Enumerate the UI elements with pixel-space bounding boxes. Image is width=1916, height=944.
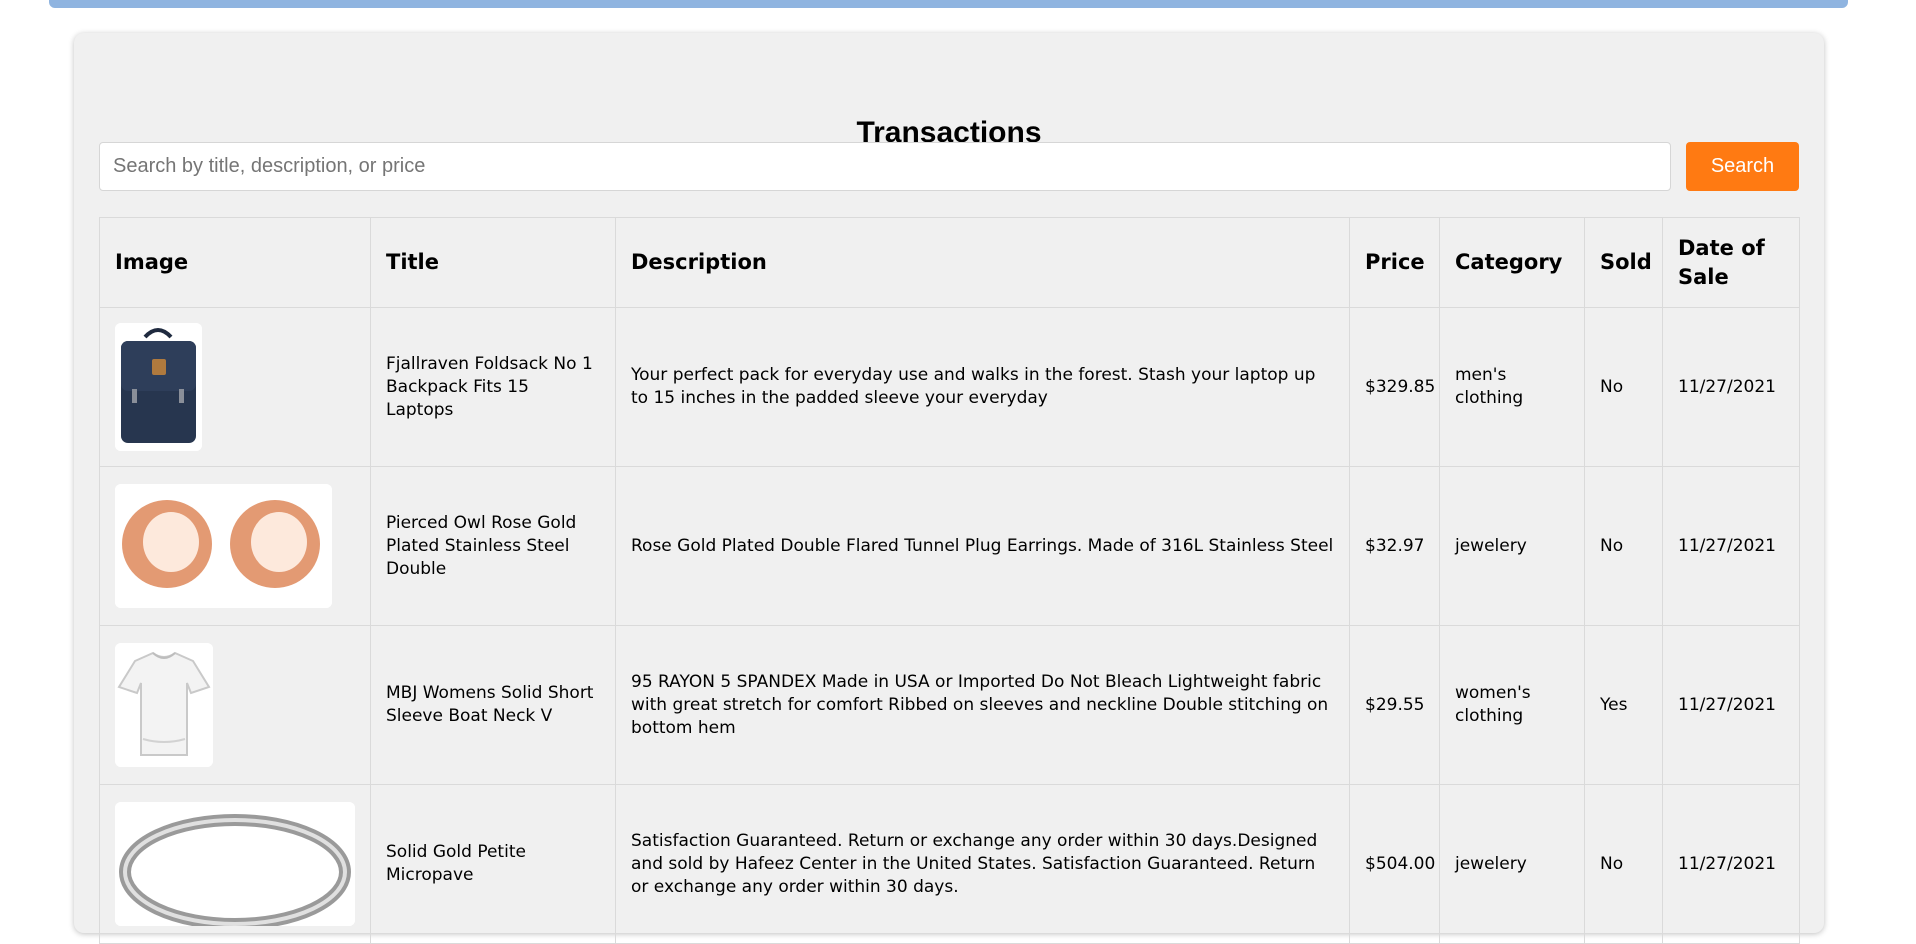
price-cell: $329.85	[1349, 307, 1440, 467]
image-cell	[99, 784, 371, 944]
title-cell: Pierced Owl Rose Gold Plated Stainless S…	[370, 466, 616, 626]
sold-cell: Yes	[1584, 625, 1663, 785]
table-row: Fjallraven Foldsack No 1 Backpack Fits 1…	[99, 307, 1800, 467]
category-cell: jewelery	[1439, 466, 1585, 626]
sold-cell: No	[1584, 784, 1663, 944]
table-row: Solid Gold Petite Micropave Satisfaction…	[99, 784, 1800, 944]
image-cell	[99, 625, 371, 785]
sold-cell: No	[1584, 466, 1663, 626]
column-header-sold: Sold	[1584, 217, 1663, 308]
transactions-table: Image Title Description Price Category S…	[99, 217, 1800, 944]
sold-cell: No	[1584, 307, 1663, 467]
column-header-price: Price	[1349, 217, 1440, 308]
date-cell: 11/27/2021	[1662, 784, 1800, 944]
column-header-title: Title	[370, 217, 616, 308]
transactions-panel: Transactions Search Image Title Descript…	[74, 33, 1824, 944]
category-cell: jewelery	[1439, 784, 1585, 944]
title-cell: Solid Gold Petite Micropave	[370, 784, 616, 944]
top-header-bar	[49, 0, 1848, 8]
backpack-image	[115, 323, 202, 451]
column-header-description: Description	[615, 217, 1350, 308]
price-cell: $32.97	[1349, 466, 1440, 626]
title-cell: MBJ Womens Solid Short Sleeve Boat Neck …	[370, 625, 616, 785]
search-input[interactable]	[99, 142, 1671, 191]
price-cell: $29.55	[1349, 625, 1440, 785]
image-cell	[99, 307, 371, 467]
search-button[interactable]: Search	[1686, 142, 1799, 191]
description-cell: Satisfaction Guaranteed. Return or excha…	[615, 784, 1350, 944]
date-cell: 11/27/2021	[1662, 625, 1800, 785]
image-cell	[99, 466, 371, 626]
description-cell: Your perfect pack for everyday use and w…	[615, 307, 1350, 467]
table-header-row: Image Title Description Price Category S…	[99, 217, 1800, 308]
date-cell: 11/27/2021	[1662, 466, 1800, 626]
date-cell: 11/27/2021	[1662, 307, 1800, 467]
rose-gold-earrings-image	[115, 484, 332, 608]
title-cell: Fjallraven Foldsack No 1 Backpack Fits 1…	[370, 307, 616, 467]
price-cell: $504.00	[1349, 784, 1440, 944]
silver-ring-image	[115, 802, 355, 926]
column-header-category: Category	[1439, 217, 1585, 308]
table-row: MBJ Womens Solid Short Sleeve Boat Neck …	[99, 625, 1800, 785]
table-row: Pierced Owl Rose Gold Plated Stainless S…	[99, 466, 1800, 626]
description-cell: Rose Gold Plated Double Flared Tunnel Pl…	[615, 466, 1350, 626]
category-cell: women's clothing	[1439, 625, 1585, 785]
column-header-image: Image	[99, 217, 371, 308]
category-cell: men's clothing	[1439, 307, 1585, 467]
column-header-date: Date of Sale	[1662, 217, 1800, 308]
description-cell: 95 RAYON 5 SPANDEX Made in USA or Import…	[615, 625, 1350, 785]
white-tshirt-image	[115, 643, 213, 767]
